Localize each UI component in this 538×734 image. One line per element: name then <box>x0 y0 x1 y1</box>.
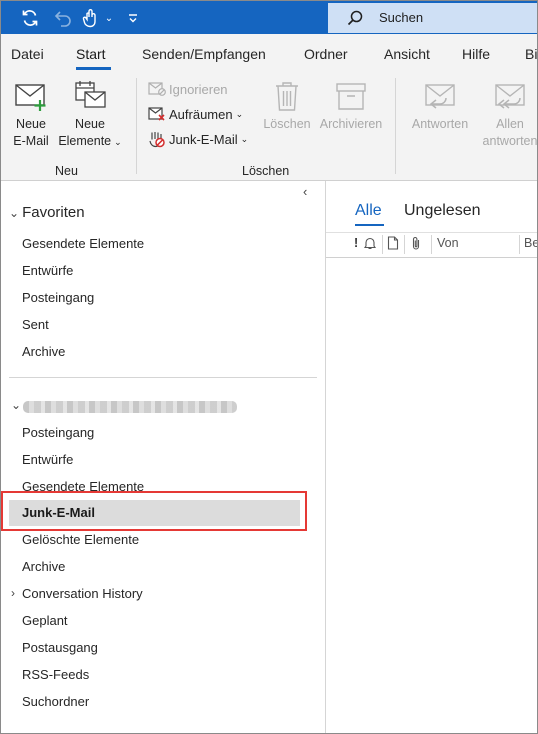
item-type-column-icon[interactable] <box>387 236 399 250</box>
active-filter-indicator <box>355 224 384 226</box>
folder-geloeschte-elemente[interactable]: Gelöschte Elemente <box>22 532 139 547</box>
tab-senden-empfangen[interactable]: Senden/Empfangen <box>142 46 266 62</box>
junk-button[interactable]: Junk-E-Mail ⌄ <box>148 129 248 149</box>
search-icon <box>347 10 363 26</box>
chevron-down-icon: ⌄ <box>240 133 249 144</box>
new-items-line2: Elemente <box>58 134 112 148</box>
favorite-sent[interactable]: Sent <box>22 317 49 332</box>
ignore-button[interactable]: Ignorieren <box>148 79 228 99</box>
section-divider <box>9 377 317 378</box>
favorite-archive[interactable]: Archive <box>22 344 65 359</box>
message-list-header: ! Von Be <box>326 232 537 258</box>
favorites-header[interactable]: ⌄ Favoriten <box>9 204 85 221</box>
search-label: Suchen <box>379 10 424 25</box>
folder-geplant[interactable]: Geplant <box>22 613 68 628</box>
folder-pane: ‹ ⌄ Favoriten Gesendete Elemente Entwürf… <box>1 181 326 733</box>
group-label-loeschen: Löschen <box>242 164 290 178</box>
folder-conversation-history[interactable]: Conversation History <box>22 586 143 601</box>
filter-unread-tab[interactable]: Ungelesen <box>404 202 481 220</box>
tab-hilfe[interactable]: Hilfe <box>462 46 490 62</box>
favorites-label: Favoriten <box>22 204 85 221</box>
importance-column[interactable]: ! <box>354 236 358 250</box>
account-name-redacted[interactable] <box>23 401 237 413</box>
reply-icon <box>425 84 455 109</box>
subject-column[interactable]: Be <box>524 236 537 250</box>
cleanup-button[interactable]: Aufräumen ⌄ <box>148 104 243 124</box>
folder-suchordner[interactable]: Suchordner <box>22 694 89 709</box>
touch-mode-icon[interactable] <box>80 7 102 29</box>
group-divider <box>395 78 396 174</box>
junk-label: Junk-E-Mail <box>169 131 238 147</box>
archive-label: Archivieren <box>319 117 383 131</box>
folder-posteingang[interactable]: Posteingang <box>22 425 94 440</box>
delete-button[interactable]: Löschen <box>261 80 313 133</box>
customize-toolbar-icon[interactable] <box>125 7 141 29</box>
favorite-entwuerfe[interactable]: Entwürfe <box>22 263 73 278</box>
from-column[interactable]: Von <box>437 236 459 250</box>
junk-icon <box>149 132 165 148</box>
column-divider <box>404 235 405 254</box>
dropdown-icon[interactable]: ⌄ <box>103 7 115 29</box>
tab-datei[interactable]: Datei <box>11 46 44 62</box>
new-email-button[interactable]: Neue E-Mail <box>8 80 54 150</box>
undo-icon[interactable] <box>52 7 74 29</box>
folder-rss-feeds[interactable]: RSS-Feeds <box>22 667 89 682</box>
trash-icon <box>276 82 298 111</box>
tab-start[interactable]: Start <box>76 46 106 62</box>
reminder-column-icon[interactable] <box>363 236 377 250</box>
tab-bi[interactable]: Bi <box>525 46 537 62</box>
highlight-annotation <box>1 491 307 531</box>
tab-ansicht[interactable]: Ansicht <box>384 46 430 62</box>
ribbon: Neue E-Mail Neue Elemente ⌄ Neu Ignoriere… <box>1 70 537 181</box>
reply-all-button[interactable]: Allen antworten <box>477 80 538 150</box>
column-divider <box>431 235 432 254</box>
chevron-down-icon: ⌄ <box>114 137 122 147</box>
new-items-line1: Neue <box>75 117 105 131</box>
chevron-down-icon: ⌄ <box>235 108 244 119</box>
reply-button[interactable]: Antworten <box>405 80 475 133</box>
new-email-line1: Neue <box>16 117 46 131</box>
ignore-label: Ignorieren <box>169 81 228 97</box>
ribbon-tabs: Datei Start Senden/Empfangen Ordner Ansi… <box>1 34 537 70</box>
outlook-window: ⌄ Suchen Datei Start Senden/Empfangen Or… <box>0 0 538 734</box>
chevron-down-icon: ⌄ <box>9 205 20 220</box>
folder-entwuerfe[interactable]: Entwürfe <box>22 452 73 467</box>
filter-all-tab[interactable]: Alle <box>355 202 382 220</box>
archive-icon <box>336 83 366 110</box>
new-email-icon <box>15 84 46 111</box>
new-items-button[interactable]: Neue Elemente ⌄ <box>55 80 125 151</box>
reply-label: Antworten <box>411 117 469 131</box>
folder-postausgang[interactable]: Postausgang <box>22 640 98 655</box>
ignore-icon <box>148 82 166 96</box>
tab-ordner[interactable]: Ordner <box>304 46 348 62</box>
reply-all-line1: Allen <box>496 117 524 131</box>
group-divider <box>136 78 137 174</box>
reply-all-line2: antworten <box>482 134 538 148</box>
reply-all-icon <box>495 84 525 109</box>
favorite-posteingang[interactable]: Posteingang <box>22 290 94 305</box>
column-divider <box>519 235 520 254</box>
title-bar: ⌄ Suchen <box>1 1 537 34</box>
column-divider <box>382 235 383 254</box>
delete-label: Löschen <box>263 117 311 131</box>
new-email-line2: E-Mail <box>13 134 49 148</box>
favorite-gesendete-elemente[interactable]: Gesendete Elemente <box>22 236 144 251</box>
folder-archive[interactable]: Archive <box>22 559 65 574</box>
message-list-pane: Alle Ungelesen ! Von Be <box>326 181 537 733</box>
new-items-icon <box>75 81 106 108</box>
sync-icon[interactable] <box>18 7 42 29</box>
cleanup-icon <box>148 107 165 121</box>
collapse-pane-icon[interactable]: ‹ <box>303 184 307 199</box>
group-label-neu: Neu <box>55 164 78 178</box>
archive-button[interactable]: Archivieren <box>316 80 386 133</box>
chevron-down-icon[interactable]: ⌄ <box>11 398 21 412</box>
attachment-column-icon[interactable] <box>410 236 422 250</box>
cleanup-label: Aufräumen <box>169 106 233 122</box>
chevron-right-icon[interactable]: › <box>11 586 15 600</box>
search-box[interactable]: Suchen <box>328 3 537 33</box>
